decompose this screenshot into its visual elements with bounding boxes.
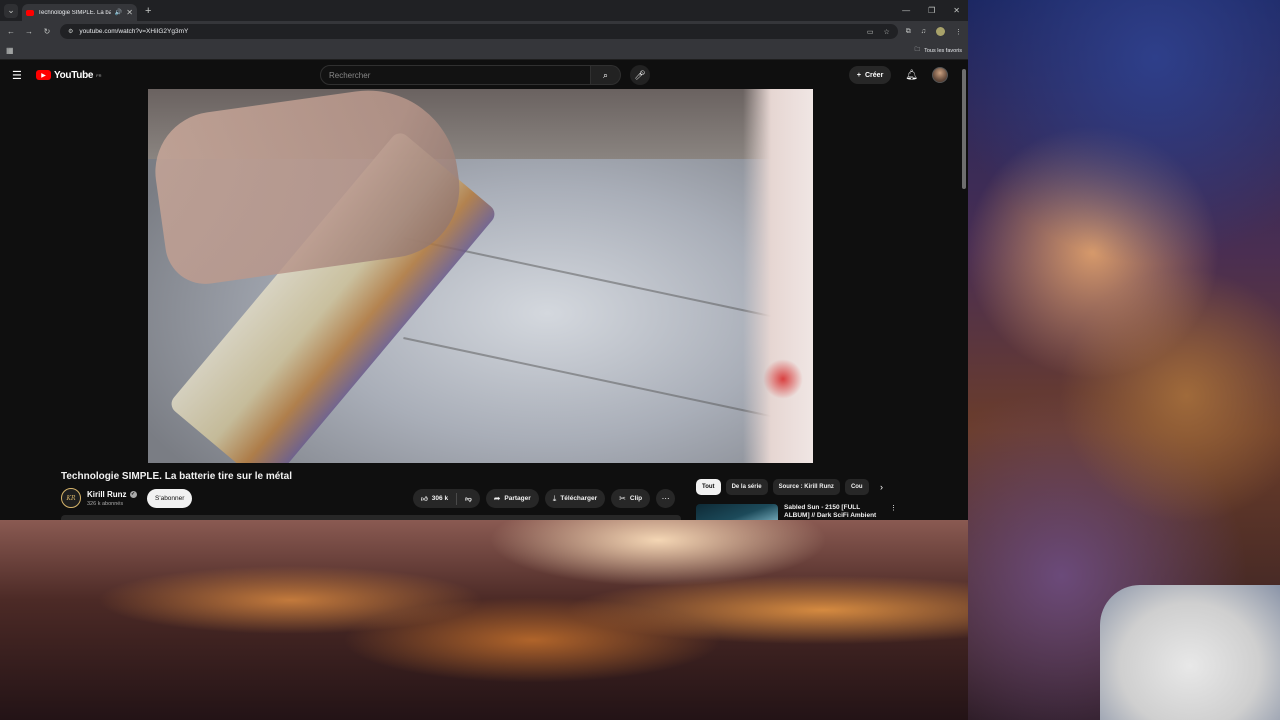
thumbs-up-icon: 👍︎ (421, 495, 428, 503)
tab-close-icon[interactable]: ✕ (126, 8, 133, 17)
clip-button[interactable]: ✂ Clip (611, 489, 651, 508)
apps-grid-icon[interactable]: ▦ (6, 46, 14, 55)
video-title: Technologie SIMPLE. La batterie tire sur… (61, 471, 292, 482)
chip-truncated[interactable]: Cou (844, 479, 869, 495)
youtube-logo-text: YouTube (54, 69, 94, 81)
tab-search-icon[interactable]: ⌄ (4, 3, 18, 18)
share-label: Partager (504, 495, 531, 502)
video-frame-cloth (743, 89, 813, 463)
share-icon: ➦ (493, 494, 501, 503)
video-actions: 👍︎ 306 k 👎︎ ➦ Partager ⤓ Télécharger ✂ C… (413, 489, 676, 508)
window-controls: — ❐ ✕ (902, 6, 968, 15)
close-window-icon[interactable]: ✕ (953, 6, 960, 15)
cast-icon[interactable]: ▭ (867, 28, 874, 36)
forward-icon[interactable]: → (24, 27, 34, 36)
minimize-icon[interactable]: — (902, 6, 910, 15)
profile-icon[interactable] (936, 27, 945, 36)
new-tab-icon[interactable]: + (145, 5, 151, 17)
verified-check-icon: ✓ (129, 490, 137, 498)
all-bookmarks-label: Tous les favoris (924, 47, 962, 54)
more-actions-icon[interactable]: ⋯ (656, 489, 676, 508)
url-text: youtube.com/watch?v=XHiIG2Yg3mY (79, 28, 189, 35)
all-bookmarks-link[interactable]: 🗀 Tous les favoris (915, 46, 962, 55)
back-icon[interactable]: ← (6, 27, 16, 36)
channel-avatar[interactable]: KR (61, 488, 81, 508)
browser-toolbar: ← → ↻ ⚙ youtube.com/watch?v=XHiIG2Yg3mY … (0, 21, 968, 42)
recommended-video-thumbnail[interactable] (696, 504, 778, 520)
chip-source[interactable]: Source : Kirill Runz (772, 479, 840, 495)
youtube-favicon-icon (26, 9, 34, 16)
address-bar[interactable]: ⚙ youtube.com/watch?v=XHiIG2Yg3mY ▭ ☆ (60, 24, 898, 39)
channel-name: Kirill Runz (87, 489, 127, 499)
chevron-right-icon[interactable]: › (880, 482, 883, 492)
create-label: Créer (865, 71, 884, 79)
browser-window: ⌄ Technologie SIMPLE. La batt 🔊 ✕ + — ❐ … (0, 0, 968, 520)
bookmark-star-icon[interactable]: ☆ (883, 28, 889, 36)
tab-strip: ⌄ Technologie SIMPLE. La batt 🔊 ✕ + — ❐ … (0, 0, 968, 21)
reload-icon[interactable]: ↻ (42, 27, 52, 36)
desktop-foreground-cloth (1100, 585, 1280, 720)
recommendation-filter-chips: Tout De la série Source : Kirill Runz Co… (696, 479, 883, 495)
download-icon: ⤓ (552, 493, 557, 503)
video-frame-red-spot (763, 359, 803, 399)
media-control-icon[interactable]: ♫ (921, 28, 926, 35)
like-dislike-group: 👍︎ 306 k 👎︎ (413, 489, 480, 508)
country-code: FR (96, 72, 102, 78)
notifications-bell-icon[interactable]: 🔔︎ (905, 70, 918, 81)
youtube-logo[interactable]: ▶ YouTube FR (36, 70, 102, 81)
share-button[interactable]: ➦ Partager (485, 489, 539, 508)
like-count: 306 k (431, 495, 449, 502)
restore-icon[interactable]: ❐ (928, 6, 935, 15)
speaker-icon[interactable]: 🔊 (115, 9, 122, 16)
dislike-button[interactable]: 👎︎ (457, 495, 480, 503)
hamburger-menu-icon[interactable]: ☰ (12, 69, 26, 82)
chip-series[interactable]: De la série (725, 479, 768, 495)
folder-icon: 🗀 (914, 47, 921, 53)
channel-info: KR Kirill Runz ✓ 326 k abonnés (61, 488, 137, 508)
download-button[interactable]: ⤓ Télécharger (544, 489, 606, 508)
menu-kebab-icon[interactable]: ⋮ (955, 28, 962, 36)
subscriber-count: 326 k abonnés (87, 500, 124, 507)
recommended-video-title[interactable]: Sabled Sun - 2150 [FULL ALBUM] // Dark S… (784, 504, 884, 520)
page-scrollbar[interactable] (960, 61, 968, 520)
description-box-edge[interactable] (61, 515, 681, 520)
recommended-more-icon[interactable]: ⋮ (890, 504, 897, 520)
thumbs-down-icon: 👎︎ (465, 495, 472, 503)
clip-label: Clip (629, 495, 643, 502)
extensions-icon[interactable]: ⧉ (906, 28, 911, 36)
user-avatar[interactable] (932, 67, 948, 83)
youtube-play-logo-icon: ▶ (36, 70, 51, 80)
site-info-icon[interactable]: ⚙ (68, 28, 73, 35)
search-input[interactable] (320, 65, 591, 85)
recommended-video[interactable]: Sabled Sun - 2150 [FULL ALBUM] // Dark S… (696, 504, 901, 520)
create-button[interactable]: + Créer (848, 66, 892, 84)
tab-title: Technologie SIMPLE. La batt (38, 9, 111, 16)
subscribe-button[interactable]: S'abonner (147, 489, 193, 508)
download-label: Télécharger (560, 495, 598, 502)
chip-all[interactable]: Tout (696, 479, 721, 495)
search-bar: ⌕ 🎤︎ (320, 65, 650, 85)
plus-icon: + (856, 71, 861, 79)
microphone-icon[interactable]: 🎤︎ (630, 65, 650, 85)
browser-tab[interactable]: Technologie SIMPLE. La batt 🔊 ✕ (22, 4, 137, 21)
search-icon[interactable]: ⌕ (591, 65, 621, 85)
like-button[interactable]: 👍︎ 306 k (413, 495, 456, 503)
bookmarks-bar: ▦ 🗀 Tous les favoris (0, 42, 968, 60)
desktop-wallpaper-bottom (0, 520, 968, 720)
video-player[interactable] (148, 89, 813, 463)
channel-name-row[interactable]: Kirill Runz ✓ (87, 490, 137, 499)
youtube-header: ☰ ▶ YouTube FR ⌕ 🎤︎ + Créer 🔔︎ (0, 61, 960, 89)
scrollbar-thumb[interactable] (962, 69, 966, 189)
scissors-icon: ✂ (619, 494, 626, 503)
